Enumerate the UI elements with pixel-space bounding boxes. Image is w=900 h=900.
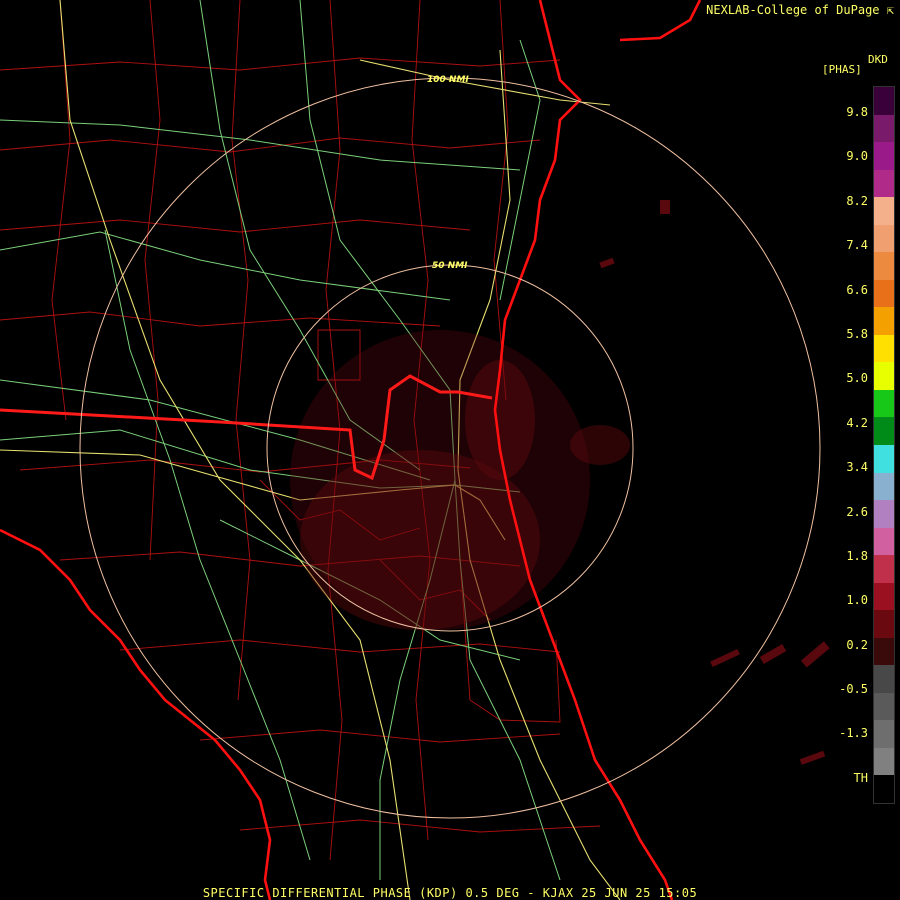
- color-scale-bar: [873, 86, 895, 804]
- product-caption: SPECIFIC DIFFERENTIAL PHASE (KDP) 0.5 DE…: [202, 886, 698, 900]
- color-scale-label: 0.2: [846, 638, 868, 652]
- color-scale-label: 1.0: [846, 593, 868, 607]
- radar-map: 50 NMI 100 NMI: [0, 0, 900, 900]
- color-scale-label: -0.5: [839, 682, 868, 696]
- color-scale-label: -1.3: [839, 726, 868, 740]
- color-scale-segment: [874, 224, 894, 253]
- color-scale-segment: [874, 637, 894, 666]
- color-scale-label: 6.6: [846, 283, 868, 297]
- color-scale-label: TH: [853, 771, 868, 785]
- color-scale-label: 5.0: [846, 371, 868, 385]
- color-scale-label: 8.2: [846, 194, 868, 208]
- color-scale-label: 7.4: [846, 238, 868, 252]
- color-scale-segment: [874, 582, 894, 611]
- legend-product-code: DKD: [868, 53, 888, 66]
- credit-text[interactable]: NEXLAB-College of DuPage ⇱: [706, 3, 894, 17]
- color-scale-segment: [874, 87, 894, 116]
- color-scale-label: 1.8: [846, 549, 868, 563]
- color-scale-segment: [874, 775, 894, 804]
- color-scale-segment: [874, 307, 894, 336]
- color-scale-segment: [874, 500, 894, 529]
- color-scale-segment: [874, 142, 894, 171]
- color-scale-segment: [874, 665, 894, 694]
- credit-label[interactable]: NEXLAB-College of DuPage: [706, 3, 879, 17]
- color-scale-label: 4.2: [846, 416, 868, 430]
- color-scale-segment: [874, 334, 894, 363]
- range-ring-label-50: 50 NMI: [432, 261, 468, 271]
- color-scale-label: 9.0: [846, 149, 868, 163]
- color-scale-segment: [874, 417, 894, 446]
- color-scale-label: 5.8: [846, 327, 868, 341]
- color-scale-segment: [874, 362, 894, 391]
- color-scale-segment: [874, 747, 894, 776]
- color-scale-segment: [874, 692, 894, 721]
- color-scale-label: 3.4: [846, 460, 868, 474]
- color-scale-segment: [874, 279, 894, 308]
- color-scale-segment: [874, 114, 894, 143]
- color-scale-segment: [874, 389, 894, 418]
- color-scale-segment: [874, 720, 894, 749]
- color-scale-label: 9.8: [846, 105, 868, 119]
- color-scale-segment: [874, 169, 894, 198]
- color-scale-segment: [874, 252, 894, 281]
- range-ring-label-100: 100 NMI: [427, 75, 469, 85]
- color-scale-segment: [874, 527, 894, 556]
- color-scale-label: 2.6: [846, 505, 868, 519]
- color-scale-segment: [874, 472, 894, 501]
- color-scale-segment: [874, 610, 894, 639]
- external-link-arrow-icon: ⇱: [886, 3, 894, 17]
- legend-units: [PHAS]: [822, 63, 862, 76]
- color-scale-segment: [874, 197, 894, 226]
- color-scale-segment: [874, 555, 894, 584]
- color-scale-segment: [874, 445, 894, 474]
